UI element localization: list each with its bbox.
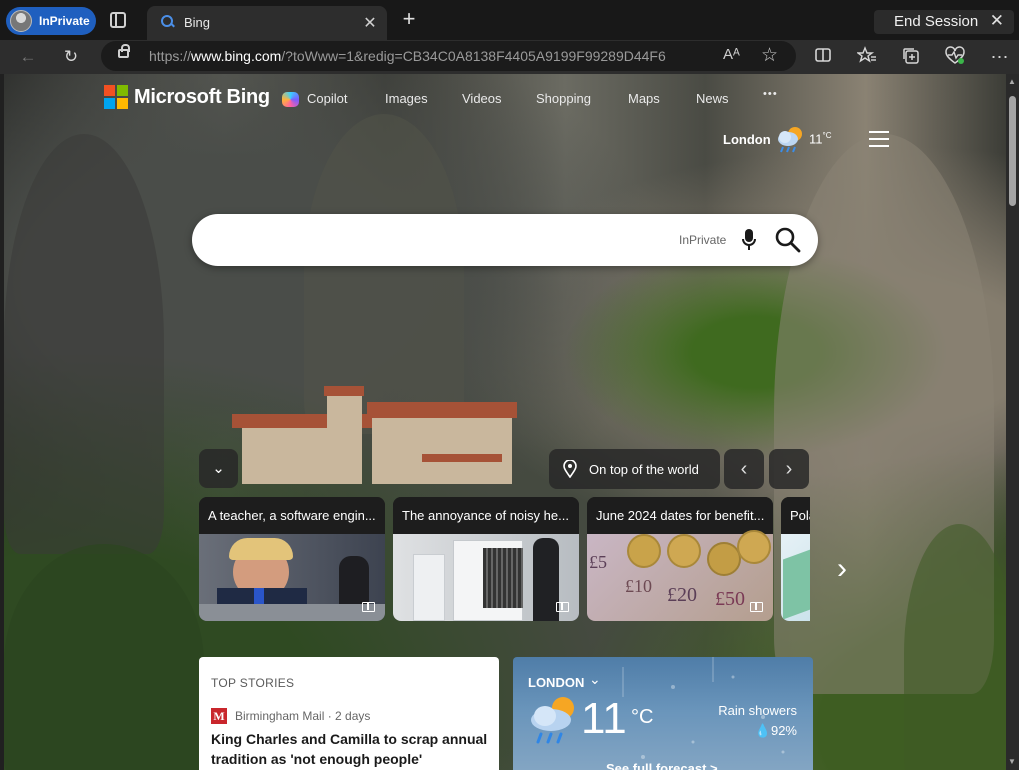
nav-more-icon[interactable]: • • • [763, 88, 777, 100]
tab-bing[interactable]: Bing ✕ [147, 6, 387, 40]
copilot-icon [282, 92, 299, 107]
next-image-button[interactable]: › [769, 449, 809, 489]
read-icon [556, 602, 569, 612]
bing-brand[interactable]: Microsoft Bing [134, 86, 270, 109]
scroll-up-icon[interactable]: ▲ [1008, 77, 1016, 86]
news-card-title: June 2024 dates for benefit... [587, 497, 773, 534]
tab-title: Bing [184, 15, 211, 30]
chevron-down-icon[interactable]: ⌄ [589, 671, 601, 688]
story-headline[interactable]: King Charles and Camilla to scrap annual… [211, 729, 491, 769]
weather-precipitation: 💧92% [754, 723, 797, 738]
background-trees [4, 544, 204, 770]
page-scrollbar[interactable]: ▲ ▼ [1006, 74, 1019, 770]
end-session-button[interactable]: End Session ✕ [874, 10, 1014, 34]
end-session-label: End Session [894, 13, 979, 30]
microphone-icon[interactable] [742, 228, 756, 252]
tab-actions-icon[interactable] [110, 12, 126, 28]
microsoft-logo-icon[interactable] [104, 85, 128, 109]
search-icon[interactable] [775, 227, 801, 253]
read-icon [750, 602, 763, 612]
news-carousel: A teacher, a software engin... The annoy… [199, 497, 810, 621]
read-icon [362, 602, 375, 612]
bing-homepage: Microsoft Bing Copilot Images Videos Sho… [4, 74, 1006, 770]
split-screen-icon[interactable] [812, 46, 834, 68]
read-aloud-icon[interactable]: Aᴬ [723, 46, 740, 63]
source-logo: M [211, 708, 227, 724]
close-icon[interactable]: ✕ [990, 11, 1004, 31]
more-menu-icon[interactable]: ⋯ [988, 46, 1010, 68]
favorite-star-icon[interactable]: ☆ [761, 44, 778, 67]
scrollbar-thumb[interactable] [1009, 96, 1016, 206]
weather-card[interactable]: LONDON ⌄ 11 °C Rain showers 💧92% See ful… [513, 657, 813, 770]
top-stories-header: TOP STORIES [211, 676, 295, 690]
news-card-title: The annoyance of noisy he... [393, 497, 579, 534]
nav-shopping[interactable]: Shopping [536, 91, 591, 106]
inprivate-profile-button[interactable]: InPrivate [6, 7, 96, 35]
background-rock [4, 134, 164, 554]
monastery-illustration [232, 384, 522, 494]
nav-videos[interactable]: Videos [462, 91, 502, 106]
news-card-title: A teacher, a software engin... [199, 497, 385, 534]
rain-cloud-icon [531, 697, 574, 744]
new-tab-button[interactable]: + [398, 8, 420, 30]
title-bar: InPrivate Bing ✕ + End Session ✕ [0, 0, 1019, 40]
nav-news[interactable]: News [696, 91, 729, 106]
scroll-down-icon[interactable]: ▼ [1008, 757, 1016, 766]
location-label[interactable]: London [723, 132, 771, 147]
background-trees [904, 524, 1006, 770]
carousel-next-icon[interactable]: › [837, 552, 857, 586]
weather-unit: °C [631, 706, 654, 728]
news-card[interactable]: A teacher, a software engin... [199, 497, 385, 621]
news-card[interactable]: Pola [781, 497, 810, 621]
news-card[interactable]: June 2024 dates for benefit... £5 £10 £2… [587, 497, 773, 621]
news-card-image: £5 £10 £20 £50 [587, 530, 773, 621]
nav-maps[interactable]: Maps [628, 91, 660, 106]
browser-window: InPrivate Bing ✕ + End Session ✕ ← ↻ htt… [0, 0, 1019, 770]
search-icon [161, 15, 175, 29]
inprivate-badge: InPrivate [679, 233, 727, 247]
story-source: Birmingham Mail · 2 days [235, 709, 371, 723]
favorites-icon[interactable] [855, 46, 878, 68]
image-caption: On top of the world [589, 462, 699, 477]
image-caption-button[interactable]: On top of the world [549, 449, 720, 489]
top-stories-card: TOP STORIES M Birmingham Mail · 2 days K… [199, 657, 499, 770]
collections-icon[interactable] [900, 46, 922, 68]
weather-condition: Rain showers [718, 703, 797, 718]
previous-image-button[interactable]: ‹ [724, 449, 764, 489]
search-box: InPrivate [192, 214, 818, 266]
address-bar[interactable]: https://www.bing.com/?toWww=1&redig=CB34… [101, 41, 796, 71]
close-tab-icon[interactable]: ✕ [361, 13, 379, 33]
refresh-icon[interactable]: ↻ [60, 46, 82, 68]
news-card[interactable]: The annoyance of noisy he... [393, 497, 579, 621]
search-input[interactable] [214, 228, 654, 252]
chevron-down-icon[interactable]: ⌄ [199, 449, 238, 488]
news-card-image [393, 534, 579, 621]
url-text[interactable]: https://www.bing.com/?toWww=1&redig=CB34… [149, 48, 666, 64]
news-card-title: Pola [781, 497, 810, 534]
rain-cloud-icon [778, 127, 802, 153]
browser-essentials-icon[interactable] [944, 46, 966, 68]
news-card-image [781, 534, 810, 621]
weather-temperature: 11 [581, 694, 627, 743]
back-icon[interactable]: ← [17, 46, 39, 68]
weather-city[interactable]: LONDON [528, 675, 584, 690]
nav-images[interactable]: Images [385, 91, 428, 106]
avatar [10, 10, 32, 32]
news-card-image [199, 534, 385, 621]
toolbar: ← ↻ https://www.bing.com/?toWww=1&redig=… [0, 40, 1019, 74]
lock-icon[interactable] [118, 44, 130, 58]
location-pin-icon [563, 460, 577, 478]
hamburger-menu-icon[interactable] [869, 131, 889, 147]
inprivate-label: InPrivate [39, 14, 90, 28]
full-forecast-link[interactable]: See full forecast > [606, 761, 718, 770]
nav-copilot[interactable]: Copilot [307, 91, 347, 106]
temperature-small[interactable]: 11°C [809, 131, 831, 146]
